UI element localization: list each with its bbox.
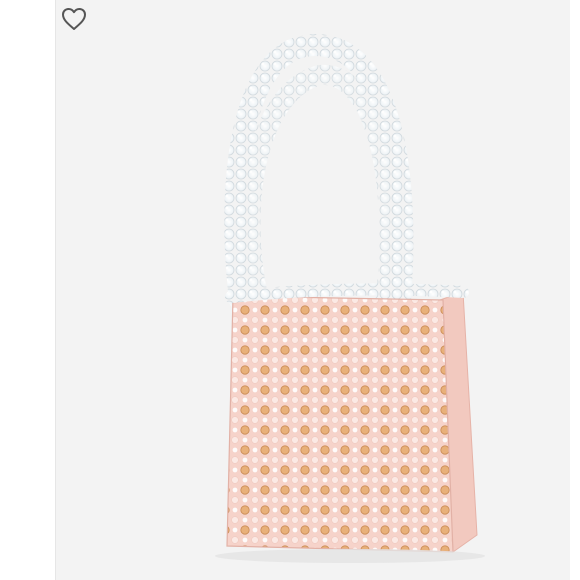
listing-image-viewer [0, 0, 580, 580]
product-image[interactable] [55, 0, 570, 580]
bag-body-front [226, 295, 454, 553]
bag-shadow [215, 549, 485, 563]
bag-handle-front [240, 64, 400, 315]
bag-rim [225, 283, 469, 303]
like-button[interactable] [58, 4, 90, 34]
heart-outline-icon [62, 8, 86, 30]
